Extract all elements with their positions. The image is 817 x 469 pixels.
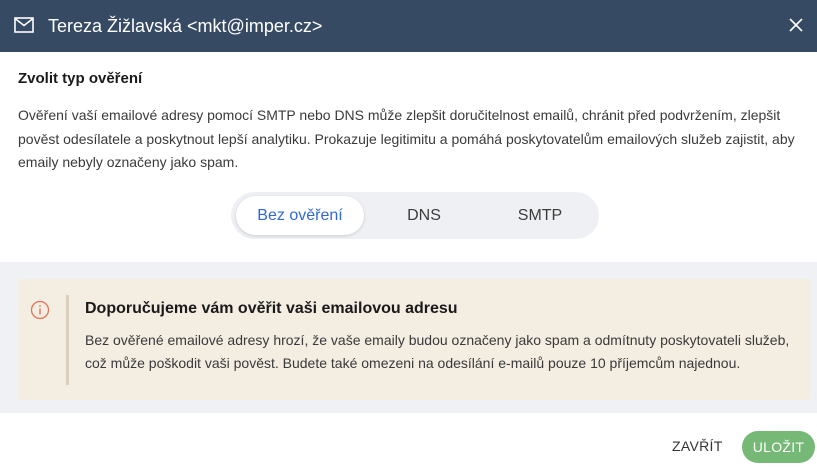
dialog-title: Tereza Žižlavská <mkt@imper.cz>	[48, 16, 323, 36]
section-title: Zvolit typ ověření	[18, 70, 143, 87]
info-icon	[30, 300, 50, 320]
alert-divider	[66, 295, 69, 385]
option-no-verification[interactable]: Bez ověření	[236, 196, 364, 235]
verification-type-selector: Bez ověření DNS SMTP	[231, 192, 599, 239]
verification-warning: Doporučujeme vám ověřit vaši emailovou a…	[18, 279, 810, 400]
description-text: Ověření vaší emailové adresy pomocí SMTP…	[18, 107, 795, 170]
dialog-header: Tereza Žižlavská <mkt@imper.cz>	[0, 0, 817, 52]
save-button[interactable]: ULOŽIT	[742, 431, 815, 463]
option-smtp[interactable]: SMTP	[484, 196, 596, 235]
close-button[interactable]: ZAVŘÍT	[666, 432, 729, 460]
alert-panel: Doporučujeme vám ověřit vaši emailovou a…	[0, 262, 817, 413]
mail-icon	[14, 17, 34, 33]
close-icon[interactable]	[785, 14, 807, 36]
option-dns[interactable]: DNS	[374, 196, 474, 235]
alert-title: Doporučujeme vám ověřit vaši emailovou a…	[85, 300, 458, 317]
alert-body: Bez ověřené emailové adresy hrozí, že va…	[85, 332, 790, 371]
